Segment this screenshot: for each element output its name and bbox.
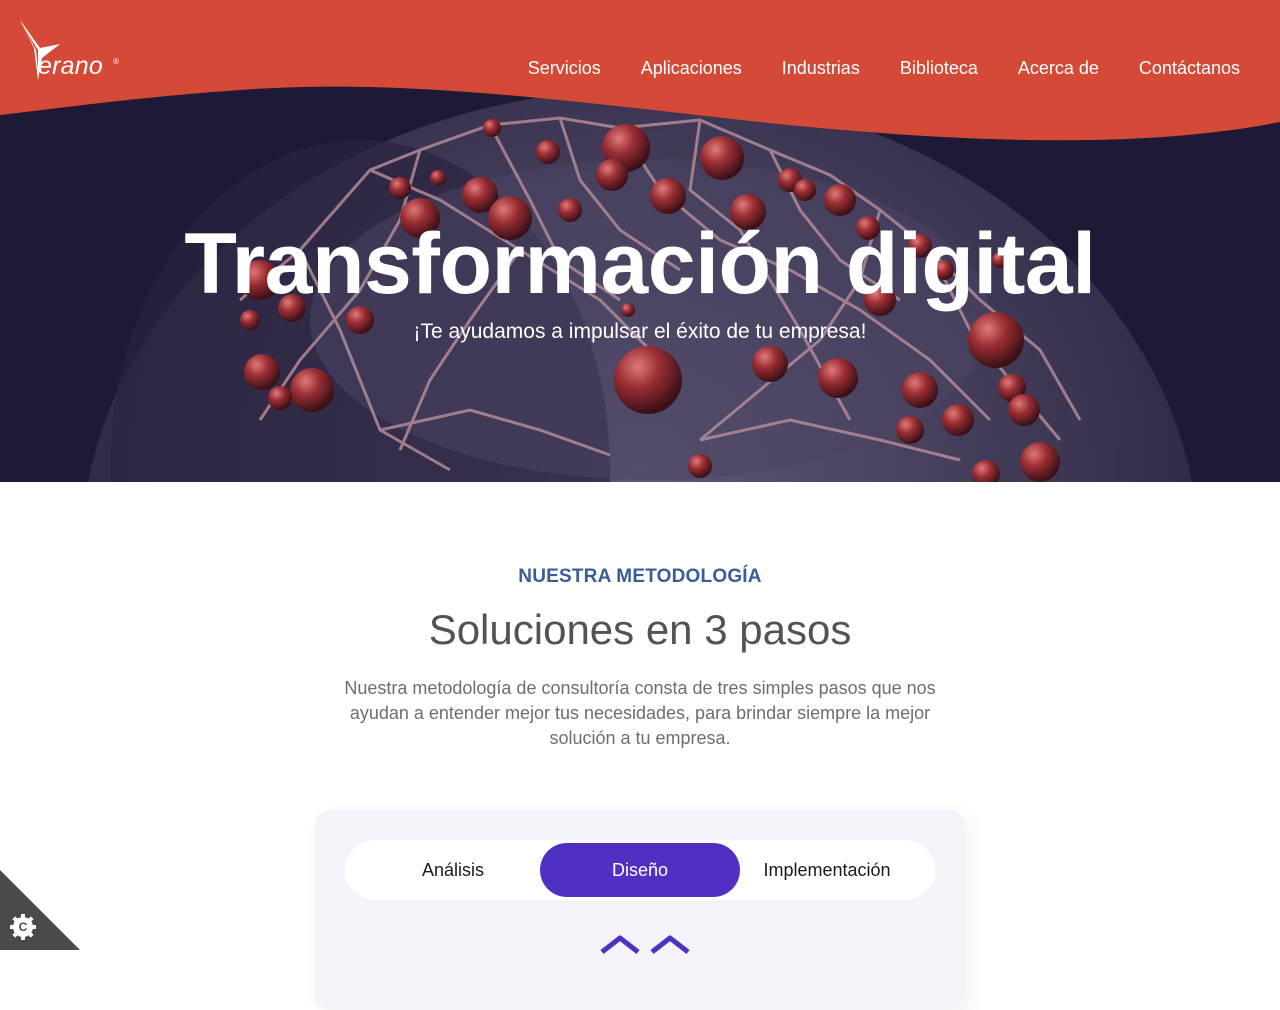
nav-link-acerca-de[interactable]: Acerca de [1018, 58, 1099, 79]
nav-link-biblioteca[interactable]: Biblioteca [900, 58, 978, 79]
nav-link-industrias[interactable]: Industrias [782, 58, 860, 79]
logo-wordmark[interactable]: erano [38, 52, 103, 81]
hero-title: Transformación digital [184, 216, 1096, 312]
svg-text:C: C [19, 920, 28, 934]
section-description: Nuestra metodología de consultoría const… [344, 678, 936, 748]
hero-section: erano ® Servicios Aplicaciones Industria… [0, 0, 1280, 482]
logo-registered-mark: ® [113, 57, 119, 66]
section-title: Soluciones en 3 pasos [428, 606, 852, 653]
section-eyebrow: NUESTRA METODOLOGÍA [518, 566, 762, 587]
nav-link-aplicaciones[interactable]: Aplicaciones [641, 58, 742, 79]
hero-subtitle: ¡Te ayudamos a impulsar el éxito de tu e… [413, 320, 867, 343]
steps-tab-bar: Análisis Diseño Implementación [345, 840, 935, 900]
steps-card: Análisis Diseño Implementación [315, 810, 965, 1010]
nav-link-servicios[interactable]: Servicios [528, 58, 601, 79]
tab-implementacion[interactable]: Implementación [727, 843, 927, 897]
design-icon [600, 935, 690, 954]
tab-analisis[interactable]: Análisis [353, 843, 553, 897]
tab-diseno[interactable]: Diseño [540, 843, 740, 897]
main-navigation: Servicios Aplicaciones Industrias Biblio… [528, 58, 1240, 79]
cookie-settings-icon[interactable]: C [0, 870, 80, 950]
nav-link-contactanos[interactable]: Contáctanos [1139, 58, 1240, 79]
